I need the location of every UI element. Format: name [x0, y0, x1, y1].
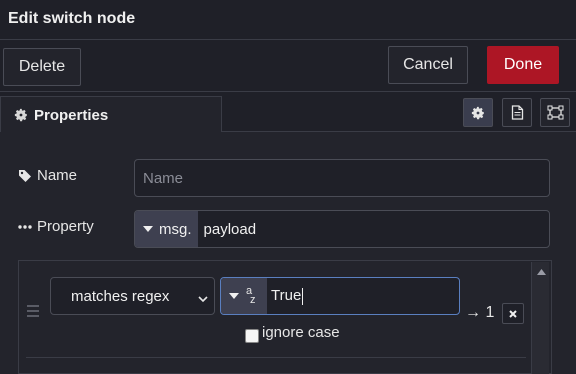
tab-properties[interactable]: Properties: [0, 96, 222, 133]
property-field[interactable]: msg. payload: [134, 210, 550, 248]
property-type-label: msg.: [159, 220, 192, 238]
scroll-up-icon[interactable]: [532, 264, 550, 280]
name-field[interactable]: Name: [134, 159, 550, 197]
close-icon: [509, 309, 517, 318]
gear-icon: [471, 106, 485, 120]
rule-operator-select[interactable]: matches regex: [50, 277, 215, 315]
delete-button[interactable]: Delete: [3, 48, 81, 86]
rule-divider: [26, 357, 526, 358]
rule-value-type-selector[interactable]: az: [221, 278, 267, 314]
rule-value-text: True: [271, 287, 304, 305]
name-label: Name: [18, 167, 77, 184]
ignore-case-label: ignore case: [262, 324, 340, 341]
tag-icon: [18, 169, 32, 183]
done-button[interactable]: Done: [487, 46, 559, 84]
chevron-down-icon: [198, 290, 208, 307]
rule-value-field[interactable]: az True: [220, 277, 460, 315]
drag-handle[interactable]: [27, 305, 39, 317]
string-az-icon: az: [246, 285, 256, 306]
ignore-case-checkbox[interactable]: [245, 329, 259, 343]
dialog-header: Edit switch node: [0, 0, 576, 40]
appearance-icon: [547, 105, 564, 120]
tab-description[interactable]: [502, 98, 532, 127]
caret-down-icon: [143, 226, 153, 232]
rule-operator-value: matches regex: [71, 287, 170, 305]
output-port-label: → 1: [465, 304, 495, 321]
name-placeholder: Name: [143, 169, 184, 187]
tab-properties-label: Properties: [34, 106, 109, 124]
property-value: payload: [203, 220, 257, 238]
dialog-title: Edit switch node: [8, 10, 136, 27]
document-icon: [511, 105, 524, 120]
ellipsis-icon: [18, 224, 32, 230]
gear-icon: [14, 108, 28, 122]
caret-down-icon: [229, 293, 239, 299]
tab-appearance[interactable]: [540, 98, 570, 127]
dialog-toolbar: Delete Cancel Done: [0, 40, 576, 92]
tab-settings[interactable]: [463, 98, 493, 127]
cancel-button[interactable]: Cancel: [388, 46, 468, 84]
remove-rule-button[interactable]: [502, 303, 524, 324]
rules-scrollbar[interactable]: [531, 262, 549, 374]
property-label: Property: [18, 218, 94, 235]
property-type-selector[interactable]: msg.: [135, 211, 198, 247]
